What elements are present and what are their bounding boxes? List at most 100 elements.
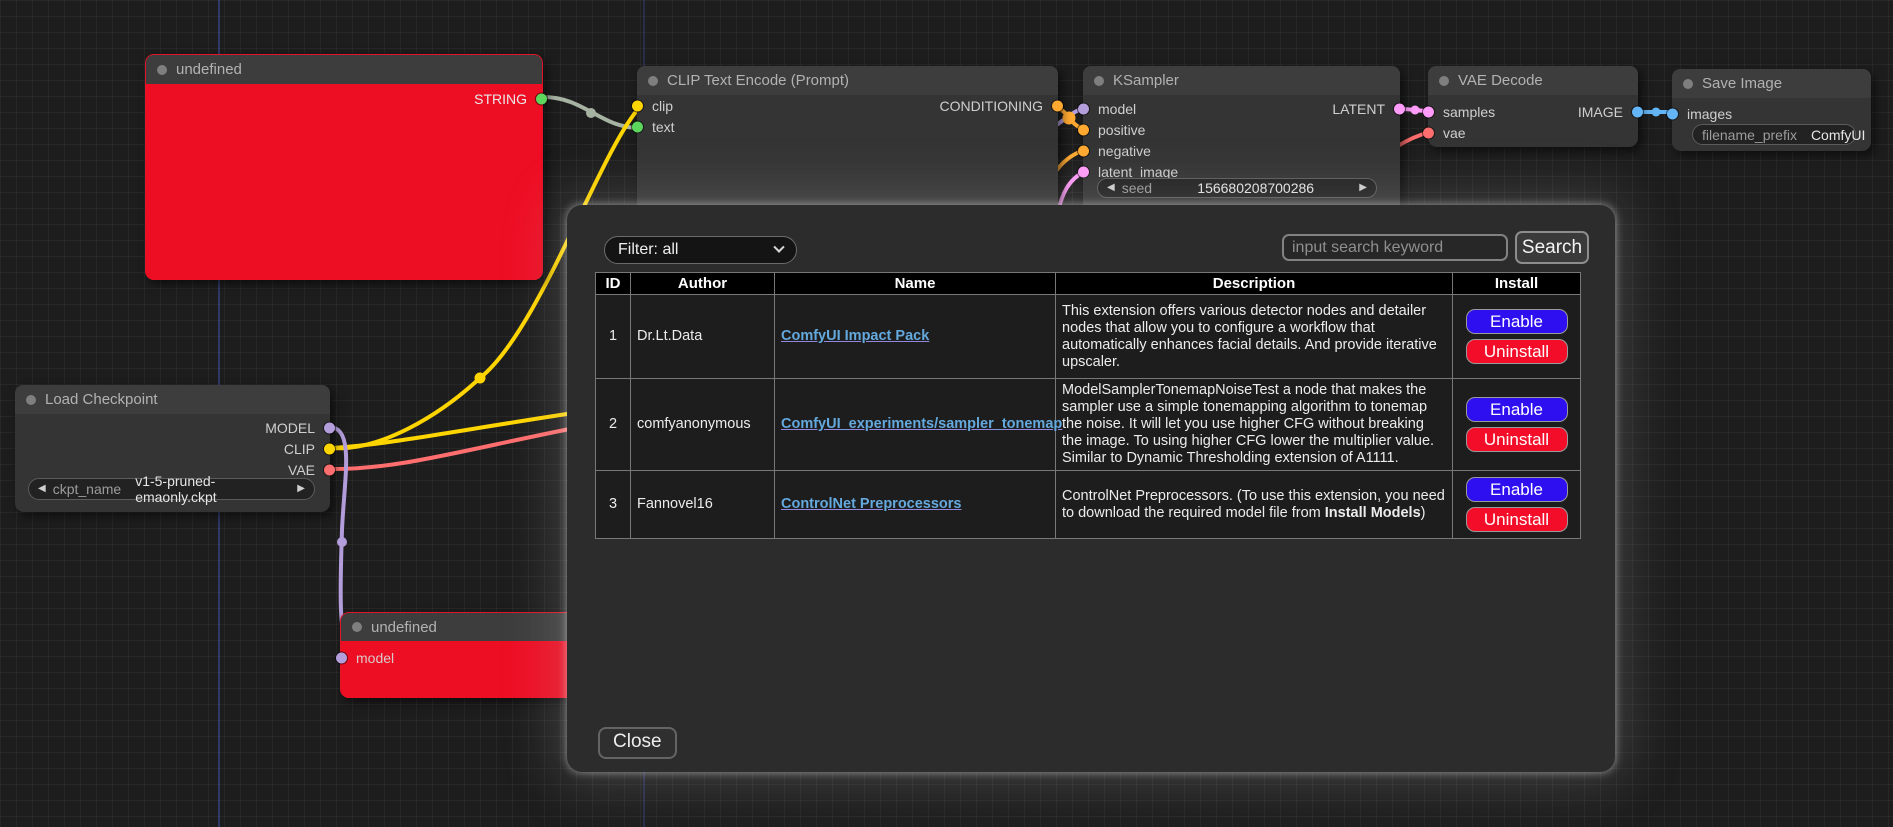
conditioning-output-dot[interactable] [1052, 100, 1063, 111]
col-header-author: Author [631, 273, 775, 295]
extension-link[interactable]: ComfyUI_experiments/sampler_tonemap [781, 416, 1062, 432]
vae-output-dot[interactable] [324, 464, 335, 475]
latent-output-dot[interactable] [1394, 103, 1405, 114]
output-label-vae: VAE [288, 462, 315, 478]
output-label-conditioning: CONDITIONING [940, 98, 1043, 114]
ckpt-name-widget[interactable]: ◀ ckpt_name v1-5-pruned-emaonly.ckpt ▶ [28, 478, 315, 500]
uninstall-button[interactable]: Uninstall [1466, 427, 1568, 452]
custom-nodes-manager-dialog: Filter: all Search ID Author Name Descri… [567, 205, 1615, 772]
node-title: CLIP Text Encode (Prompt) [667, 72, 849, 89]
samples-input-dot[interactable] [1423, 106, 1434, 117]
col-header-id: ID [596, 273, 631, 295]
input-label-model: model [1098, 101, 1136, 117]
extension-link[interactable]: ControlNet Preprocessors [781, 496, 962, 512]
negative-input-dot[interactable] [1078, 145, 1089, 156]
input-label-vae: vae [1443, 125, 1466, 141]
table-header-row: ID Author Name Description Install [596, 273, 1581, 295]
decrement-arrow-icon[interactable]: ◀ [1107, 183, 1115, 193]
filename-prefix-value[interactable]: ComfyUI [1811, 127, 1865, 143]
enable-button[interactable]: Enable [1466, 397, 1568, 422]
model-input-dot[interactable] [1078, 103, 1089, 114]
input-label-clip: clip [652, 98, 673, 114]
node-title-bar[interactable]: VAE Decode [1428, 66, 1638, 95]
cell-author: comfyanonymous [631, 379, 775, 471]
increment-arrow-icon[interactable]: ▶ [1359, 183, 1367, 193]
model-input-dot[interactable] [336, 652, 347, 663]
node-title-bar[interactable]: Load Checkpoint [15, 385, 330, 414]
chevron-down-icon [773, 242, 784, 253]
ckpt-name-label: ckpt_name [53, 481, 121, 497]
filter-select[interactable]: Filter: all [604, 236, 797, 264]
collapse-dot-icon[interactable] [157, 65, 167, 75]
collapse-dot-icon[interactable] [1683, 79, 1693, 89]
node-load-checkpoint[interactable]: Load Checkpoint MODEL CLIP VAE ◀ ckpt_na… [15, 385, 330, 512]
text-input-dot[interactable] [632, 121, 643, 132]
uninstall-button[interactable]: Uninstall [1466, 339, 1568, 364]
col-header-install: Install [1453, 273, 1581, 295]
input-label-model: model [356, 650, 394, 666]
input-label-images: images [1687, 106, 1732, 122]
node-title-bar[interactable]: undefined [146, 55, 542, 84]
node-title-bar[interactable]: KSampler [1083, 66, 1400, 95]
cell-description: ControlNet Preprocessors. (To use this e… [1056, 471, 1453, 539]
node-undefined-top[interactable]: undefined STRING [145, 54, 543, 280]
collapse-dot-icon[interactable] [26, 395, 36, 405]
positive-input-dot[interactable] [1078, 124, 1089, 135]
node-title-bar[interactable]: Save Image [1672, 69, 1871, 98]
vae-input-dot[interactable] [1423, 127, 1434, 138]
extension-table: ID Author Name Description Install 1 Dr.… [595, 272, 1581, 539]
clip-output-dot[interactable] [324, 443, 335, 454]
node-graph-canvas[interactable]: undefined STRING CLIP Text Encode (Promp… [0, 0, 1893, 827]
input-label-text: text [652, 119, 675, 135]
collapse-dot-icon[interactable] [1439, 76, 1449, 86]
node-title-bar[interactable]: CLIP Text Encode (Prompt) [637, 66, 1058, 95]
close-button[interactable]: Close [598, 727, 677, 759]
output-label-latent: LATENT [1332, 101, 1385, 117]
node-title: VAE Decode [1458, 72, 1543, 89]
node-title: Load Checkpoint [45, 391, 158, 408]
model-output-dot[interactable] [324, 422, 335, 433]
input-label-positive: positive [1098, 122, 1145, 138]
cell-description: This extension offers various detector n… [1056, 295, 1453, 379]
node-title: Save Image [1702, 75, 1782, 92]
extension-table-scroll-area[interactable]: ID Author Name Description Install 1 Dr.… [595, 272, 1598, 668]
node-vae-decode[interactable]: VAE Decode samples IMAGE vae [1428, 66, 1638, 147]
output-label-model: MODEL [265, 420, 315, 436]
scroll-spacer [595, 539, 1598, 668]
string-output-dot[interactable] [536, 93, 547, 104]
search-button[interactable]: Search [1515, 231, 1589, 264]
input-label-negative: negative [1098, 143, 1151, 159]
output-label-string: STRING [474, 91, 527, 107]
filter-select-value: Filter: all [618, 241, 678, 259]
seed-widget-value[interactable]: 156680208700286 [1197, 180, 1314, 196]
extension-link[interactable]: ComfyUI Impact Pack [781, 328, 929, 344]
enable-button[interactable]: Enable [1466, 309, 1568, 334]
collapse-dot-icon[interactable] [352, 622, 362, 632]
node-title: KSampler [1113, 72, 1179, 89]
col-header-name: Name [775, 273, 1056, 295]
collapse-dot-icon[interactable] [648, 76, 658, 86]
images-input-dot[interactable] [1667, 108, 1678, 119]
filename-prefix-label: filename_prefix [1702, 127, 1797, 143]
latent-image-input-dot[interactable] [1078, 166, 1089, 177]
output-label-clip: CLIP [284, 441, 315, 457]
table-row: 3 Fannovel16 ControlNet Preprocessors Co… [596, 471, 1581, 539]
filename-prefix-widget[interactable]: filename_prefix ComfyUI [1692, 124, 1856, 145]
cell-description: ModelSamplerTonemapNoiseTest a node that… [1056, 379, 1453, 471]
clip-input-dot[interactable] [632, 100, 643, 111]
collapse-dot-icon[interactable] [1094, 76, 1104, 86]
prev-arrow-icon[interactable]: ◀ [38, 484, 46, 494]
search-input[interactable] [1282, 234, 1508, 261]
node-save-image[interactable]: Save Image images filename_prefix ComfyU… [1672, 69, 1871, 151]
output-label-image: IMAGE [1578, 104, 1623, 120]
seed-widget[interactable]: ◀ seed 156680208700286 ▶ [1097, 178, 1377, 198]
ckpt-name-value[interactable]: v1-5-pruned-emaonly.ckpt [135, 473, 283, 505]
col-header-description: Description [1056, 273, 1453, 295]
uninstall-button[interactable]: Uninstall [1466, 507, 1568, 532]
table-row: 2 comfyanonymous ComfyUI_experiments/sam… [596, 379, 1581, 471]
next-arrow-icon[interactable]: ▶ [297, 484, 305, 494]
input-label-samples: samples [1443, 104, 1495, 120]
image-output-dot[interactable] [1632, 106, 1643, 117]
cell-author: Fannovel16 [631, 471, 775, 539]
enable-button[interactable]: Enable [1466, 477, 1568, 502]
